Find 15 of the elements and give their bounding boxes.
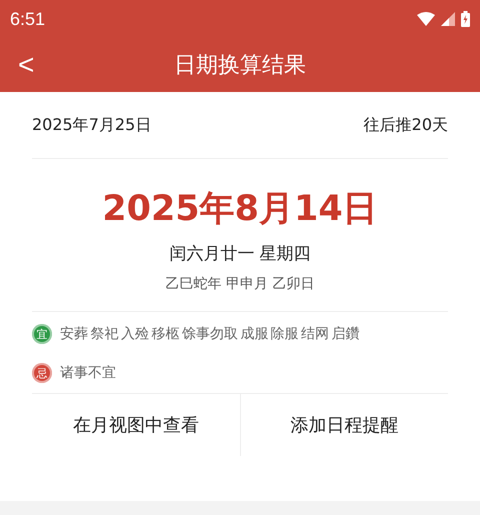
- almanac-activities: 安葬 祭祀 入殓 移柩 馀事勿取 成服 除服 结网 启鑽: [60, 325, 360, 343]
- battery-icon: [461, 11, 470, 27]
- almanac-badge: 宜: [32, 324, 52, 344]
- day-offset: 往后推20天: [364, 114, 448, 136]
- lunar-date: 闰六月廿一 星期四: [169, 243, 311, 265]
- almanac-badge: 忌: [32, 363, 52, 383]
- almanac-activities: 诸事不宜: [60, 364, 116, 382]
- result-date: 2025年8月14日: [102, 188, 378, 231]
- signal-icon: [441, 12, 455, 26]
- wifi-icon: [417, 12, 435, 26]
- ganzhi-date: 乙巳蛇年 甲申月 乙卯日: [166, 275, 314, 293]
- page-title: 日期换算结果: [174, 52, 306, 80]
- start-date: 2025年7月25日: [32, 114, 152, 136]
- back-button[interactable]: <: [12, 48, 40, 82]
- status-time: 6:51: [10, 8, 46, 30]
